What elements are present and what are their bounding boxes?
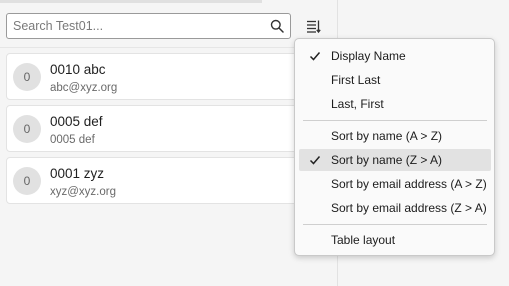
- contact-name: 0010 abc: [50, 62, 106, 77]
- checkmark-icon: [309, 156, 321, 165]
- contact-card[interactable]: 0 0010 abc abc@xyz.org: [6, 53, 338, 100]
- contact-card[interactable]: 0 0005 def 0005 def: [6, 105, 338, 152]
- layout-options-button[interactable]: [303, 17, 323, 37]
- menu-item-sort-email-asc[interactable]: Sort by email address (A > Z): [299, 173, 491, 195]
- menu-item-display-name[interactable]: Display Name: [299, 45, 491, 67]
- contacts-pane: 0 0010 abc abc@xyz.org 0 0005 def 0005 d…: [0, 0, 338, 286]
- list-layout-icon: [307, 20, 321, 34]
- menu-item-label: Table layout: [331, 233, 396, 247]
- search-icon[interactable]: [270, 19, 284, 33]
- menu-item-label: First Last: [331, 73, 381, 87]
- menu-item-sort-email-desc[interactable]: Sort by email address (Z > A): [299, 197, 491, 219]
- menu-item-label: Display Name: [331, 49, 406, 63]
- avatar: 0: [13, 115, 41, 143]
- layout-options-menu: Display Name First Last Last, First Sort…: [294, 38, 495, 256]
- avatar: 0: [13, 63, 41, 91]
- menu-item-label: Last, First: [331, 97, 384, 111]
- header-divider: [0, 47, 338, 48]
- contact-name: 0001 zyz: [50, 166, 105, 181]
- search-input[interactable]: [7, 14, 262, 38]
- contact-email: 0005 def: [50, 134, 95, 146]
- menu-item-last-first[interactable]: Last, First: [299, 93, 491, 115]
- contact-name: 0005 def: [50, 114, 103, 129]
- contact-email: xyz@xyz.org: [50, 186, 116, 198]
- menu-item-sort-name-desc[interactable]: Sort by name (Z > A): [299, 149, 491, 171]
- contact-email: abc@xyz.org: [50, 82, 118, 94]
- menu-separator: [303, 120, 487, 121]
- search-box[interactable]: [6, 13, 291, 39]
- menu-item-label: Sort by name (A > Z): [331, 129, 443, 143]
- menu-item-label: Sort by email address (A > Z): [331, 177, 487, 191]
- contact-card[interactable]: 0 0001 zyz xyz@xyz.org: [6, 157, 338, 204]
- menu-separator: [303, 224, 487, 225]
- menu-item-first-last[interactable]: First Last: [299, 69, 491, 91]
- checkmark-icon: [309, 52, 321, 61]
- menu-item-label: Sort by email address (Z > A): [331, 201, 487, 215]
- menu-item-label: Sort by name (Z > A): [331, 153, 443, 167]
- menu-item-table-layout[interactable]: Table layout: [299, 229, 491, 251]
- avatar: 0: [13, 167, 41, 195]
- menu-item-sort-name-asc[interactable]: Sort by name (A > Z): [299, 125, 491, 147]
